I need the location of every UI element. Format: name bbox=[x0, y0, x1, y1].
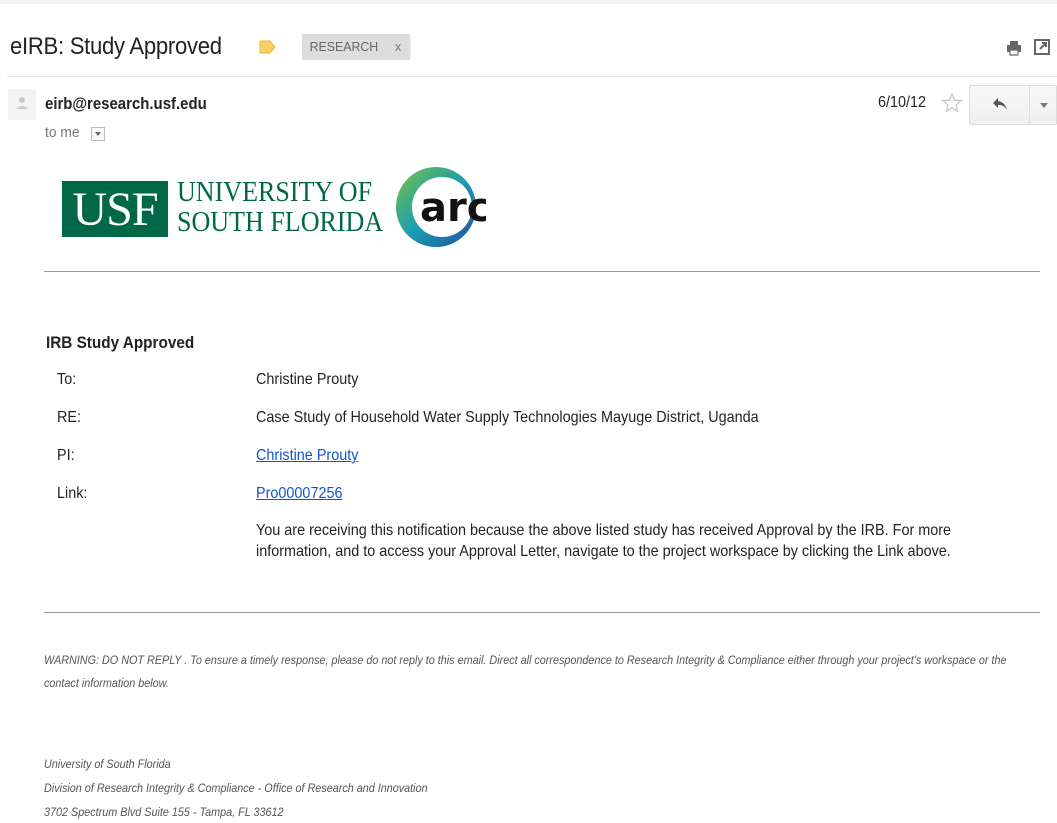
reply-icon bbox=[993, 98, 1007, 110]
warning-text: WARNING: DO NOT REPLY . To ensure a time… bbox=[44, 653, 1007, 690]
usf-name-line1: UNIVERSITY OF bbox=[177, 177, 373, 208]
notification-text: You are receiving this notification beca… bbox=[256, 522, 952, 560]
show-details-button[interactable] bbox=[91, 127, 105, 141]
divider-top bbox=[44, 271, 1040, 272]
label-tag-icon[interactable] bbox=[259, 40, 276, 54]
avatar-icon[interactable] bbox=[8, 89, 36, 120]
usf-name-line2: SOUTH FLORIDA bbox=[177, 207, 384, 238]
field-label-link: Link: bbox=[57, 485, 88, 502]
remove-label-button[interactable]: x bbox=[395, 39, 401, 54]
usf-logo-mark: USF bbox=[62, 181, 168, 237]
sender-email[interactable]: eirb@research.usf.edu bbox=[45, 94, 207, 114]
reply-button-group bbox=[969, 85, 1057, 125]
arc-logo: arc bbox=[396, 167, 486, 247]
top-border bbox=[0, 0, 1057, 4]
reply-button[interactable] bbox=[970, 86, 1030, 124]
usf-logo-name: UNIVERSITY OF SOUTH FLORIDA bbox=[177, 177, 383, 238]
arc-logo-text: arc bbox=[420, 185, 486, 231]
field-value-to: Christine Prouty bbox=[256, 371, 359, 388]
recipient-label: to me bbox=[45, 124, 80, 141]
label-chip-research[interactable]: RESEARCH x bbox=[302, 34, 411, 60]
print-icon[interactable] bbox=[1006, 40, 1022, 56]
pi-link[interactable]: Christine Prouty bbox=[256, 447, 358, 465]
footer-university: University of South Florida bbox=[44, 757, 171, 771]
email-date: 6/10/12 bbox=[878, 94, 927, 111]
footer-division: Division of Research Integrity & Complia… bbox=[44, 781, 428, 795]
more-options-button[interactable] bbox=[1031, 86, 1057, 124]
star-icon[interactable] bbox=[941, 92, 963, 114]
divider-bottom bbox=[44, 612, 1040, 613]
field-label-re: RE: bbox=[57, 409, 82, 426]
header-divider bbox=[7, 76, 1057, 77]
footer-address: 3702 Spectrum Blvd Suite 155 - Tampa, FL… bbox=[44, 805, 284, 819]
irb-heading: IRB Study Approved bbox=[46, 333, 195, 352]
new-window-icon[interactable] bbox=[1034, 39, 1050, 55]
field-value-re: Case Study of Household Water Supply Tec… bbox=[256, 409, 759, 426]
field-label-pi: PI: bbox=[57, 447, 75, 464]
email-subject: eIRB: Study Approved bbox=[10, 33, 222, 60]
study-link[interactable]: Pro00007256 bbox=[256, 485, 342, 503]
label-chip-text: RESEARCH bbox=[309, 39, 379, 54]
field-label-to: To: bbox=[57, 371, 77, 388]
